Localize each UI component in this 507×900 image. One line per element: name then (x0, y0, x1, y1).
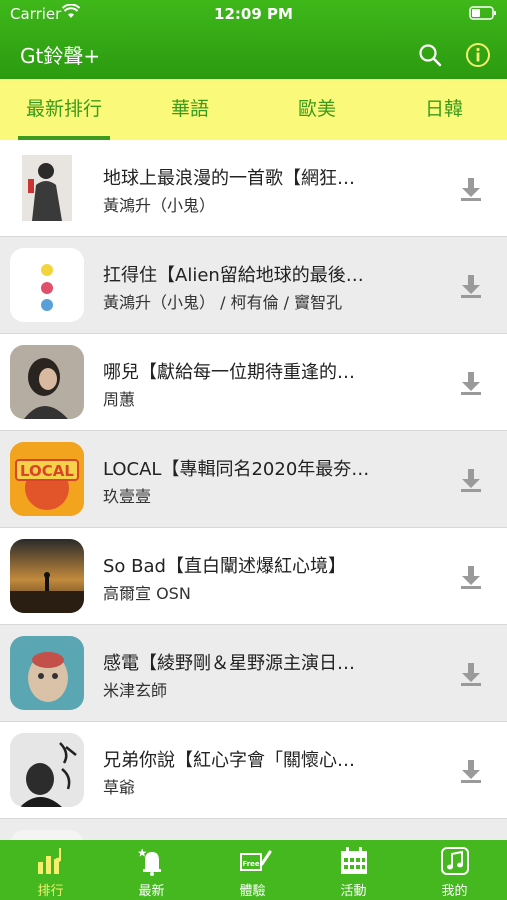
tab-western[interactable]: 歐美 (267, 79, 367, 140)
album-cover (10, 248, 84, 322)
download-icon[interactable] (459, 758, 483, 784)
song-list: 地球上最浪漫的一首歌【網狂… 黃鴻升（小鬼） 扛得住【Alien留給地球的最後…… (0, 140, 507, 840)
bottom-tab-label: 體驗 (239, 884, 266, 899)
download-icon[interactable] (459, 564, 483, 590)
tab-japan-korea[interactable]: 日韓 (394, 79, 494, 140)
song-artist: 米津玄師 (103, 681, 168, 700)
info-icon[interactable] (465, 42, 491, 68)
song-title: 感電【綾野剛＆星野源主演日… (103, 653, 355, 674)
bottom-tab-experience[interactable]: Free 體驗 (202, 840, 303, 900)
song-row[interactable]: 哪兒【獻給每一位期待重逢的… 周蕙 (0, 334, 507, 431)
bottom-tab-label: 我的 (441, 884, 468, 899)
bottom-tab-bar: 排行 最新 Free 體驗 活動 我的 (0, 840, 507, 900)
song-row[interactable]: So Bad【直白闡述爆紅心境】 高爾宣 OSN (0, 528, 507, 625)
album-cover (10, 733, 84, 807)
song-artist: 黃鴻升（小鬼） (103, 196, 216, 215)
bottom-tab-events[interactable]: 活動 (303, 840, 404, 900)
bottom-tab-label: 最新 (138, 884, 165, 899)
download-icon[interactable] (459, 661, 483, 687)
bottom-tab-label: 排行 (37, 884, 64, 899)
download-icon[interactable] (459, 176, 483, 202)
album-cover: LOCAL (10, 442, 84, 516)
song-row[interactable]: 扛得住【Alien留給地球的最後… 黃鴻升（小鬼） / 柯有倫 / 竇智孔 (0, 237, 507, 334)
music-icon (441, 847, 469, 875)
song-title: LOCAL【專輯同名2020年最夯… (103, 459, 370, 480)
song-artist: 周蕙 (103, 390, 136, 409)
free-badge: Free (242, 860, 260, 868)
app-title: Gt鈴聲+ (20, 44, 101, 68)
song-artist: 草爺 (103, 778, 136, 797)
tab-chinese[interactable]: 華語 (140, 79, 240, 140)
download-icon[interactable] (459, 370, 483, 396)
album-cover (10, 151, 84, 225)
bottom-tab-label: 活動 (340, 884, 367, 899)
download-icon[interactable] (459, 467, 483, 493)
album-cover (10, 636, 84, 710)
song-row[interactable]: 地球上最浪漫的一首歌【網狂… 黃鴻升（小鬼） (0, 140, 507, 237)
song-title: 兄弟你說【紅心字會「關懷心… (103, 750, 355, 771)
app-header: Carrier 12:09 PM Gt鈴聲+ (0, 0, 507, 79)
status-bar: Carrier 12:09 PM (0, 0, 507, 30)
navbar: Gt鈴聲+ (0, 30, 507, 79)
bottom-tab-ranking[interactable]: 排行 (0, 840, 101, 900)
album-cover (10, 830, 84, 840)
category-tabs: 最新排行 華語 歐美 日韓 (0, 79, 507, 140)
chart-icon (38, 848, 61, 874)
search-icon[interactable] (417, 42, 443, 68)
cover-text: LOCAL (20, 462, 74, 480)
bottom-tab-latest[interactable]: 最新 (101, 840, 202, 900)
song-title: So Bad【直白闡述爆紅心境】 (103, 556, 346, 577)
tab-latest-ranking[interactable]: 最新排行 (10, 79, 118, 140)
calendar-icon (341, 847, 367, 874)
song-row[interactable]: 感電【綾野剛＆星野源主演日… 米津玄師 (0, 625, 507, 722)
clock: 12:09 PM (214, 5, 293, 23)
free-icon: Free (240, 850, 272, 871)
battery-icon (469, 6, 496, 20)
song-title: 哪兒【獻給每一位期待重逢的… (103, 362, 355, 383)
download-icon[interactable] (459, 273, 483, 299)
song-artist: 高爾宣 OSN (103, 584, 191, 603)
song-row[interactable]: 兄弟你說【紅心字會「關懷心… 草爺 (0, 722, 507, 819)
bottom-tab-mine[interactable]: 我的 (404, 840, 505, 900)
album-cover (10, 345, 84, 419)
song-title: 扛得住【Alien留給地球的最後… (103, 265, 364, 286)
song-artist: 黃鴻升（小鬼） / 柯有倫 / 竇智孔 (103, 293, 343, 312)
song-row-partial[interactable] (0, 819, 507, 840)
album-cover (10, 539, 84, 613)
song-row[interactable]: LOCAL LOCAL【專輯同名2020年最夯… 玖壹壹 (0, 431, 507, 528)
song-title: 地球上最浪漫的一首歌【網狂… (103, 168, 355, 189)
song-artist: 玖壹壹 (103, 487, 152, 506)
bell-icon (137, 848, 161, 876)
